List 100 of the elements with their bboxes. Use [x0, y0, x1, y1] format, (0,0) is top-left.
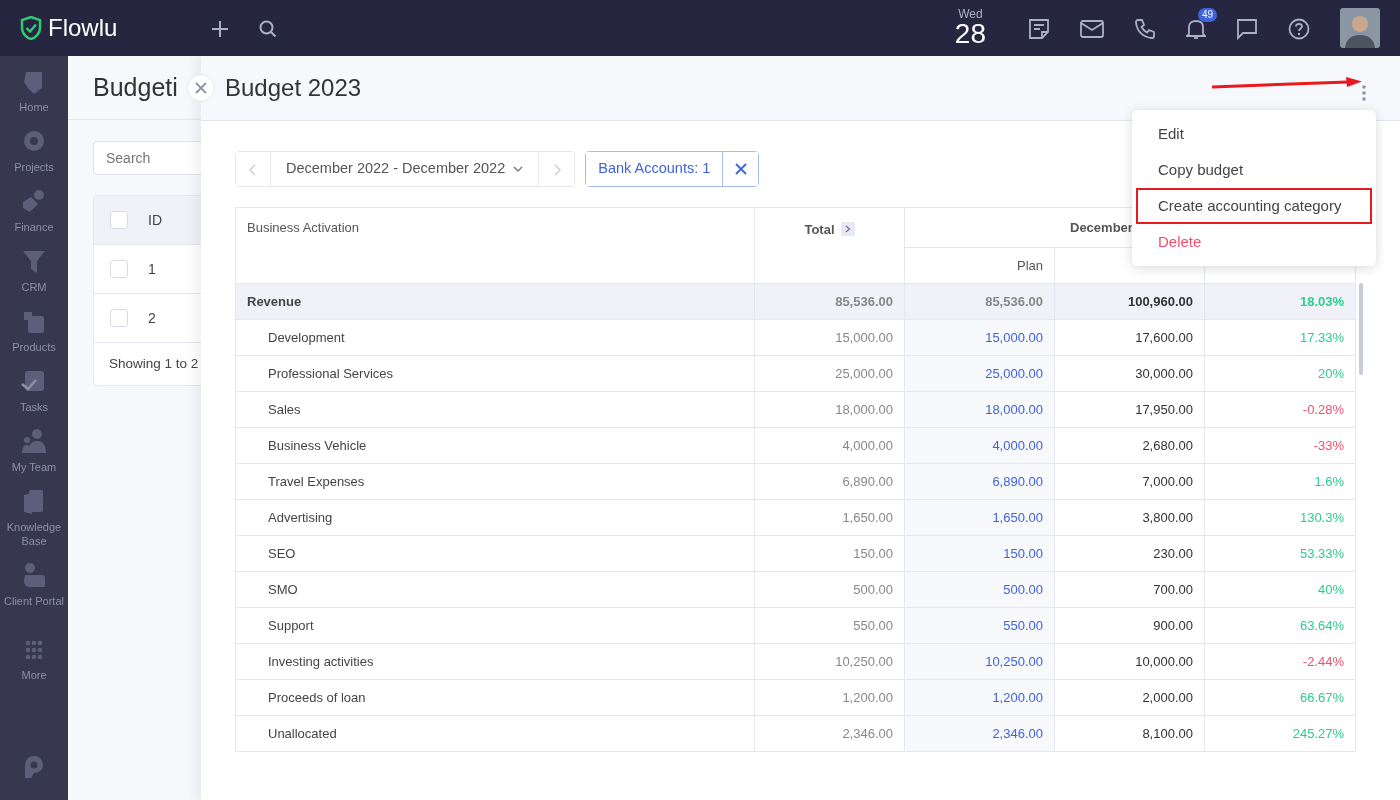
- table-cell: 1,650.00: [754, 499, 905, 536]
- checkbox[interactable]: [110, 211, 128, 229]
- plan-link[interactable]: 550.00: [904, 607, 1055, 644]
- chevron-right-icon: [844, 225, 851, 233]
- sidebar-item[interactable]: Products: [0, 308, 68, 368]
- plan-link[interactable]: 25,000.00: [904, 355, 1055, 392]
- menu-item[interactable]: Copy budget: [1136, 152, 1372, 188]
- menu-item[interactable]: Create accounting category: [1136, 188, 1372, 224]
- sidebar-item[interactable]: Client Portal: [0, 562, 68, 636]
- diff-value: 245.27%: [1204, 715, 1356, 752]
- table-cell: 4,000.00: [754, 427, 905, 464]
- table-cell: 230.00: [1054, 535, 1205, 572]
- table-cell: 900.00: [1054, 607, 1205, 644]
- plan-link[interactable]: 15,000.00: [904, 319, 1055, 356]
- menu-item[interactable]: Edit: [1136, 116, 1372, 152]
- logo-icon: [20, 16, 42, 40]
- table-cell-text: 2: [148, 308, 156, 328]
- table-cell: 2,346.00: [754, 715, 905, 752]
- table-cell: 18,000.00: [754, 391, 905, 428]
- table-cell: 15,000.00: [754, 319, 905, 356]
- table-cell: 700.00: [1054, 571, 1205, 608]
- checkbox[interactable]: [110, 309, 128, 327]
- category-label: Investing activities: [235, 643, 755, 680]
- plan-link[interactable]: 500.00: [904, 571, 1055, 608]
- date-label: 28: [954, 20, 986, 48]
- table-cell: 6,890.00: [754, 463, 905, 500]
- table-cell: 8,100.00: [1054, 715, 1205, 752]
- table-cell: 7,000.00: [1054, 463, 1205, 500]
- chevron-left-icon: [249, 163, 257, 176]
- sidebar-item[interactable]: Tasks: [0, 368, 68, 428]
- table-cell: 3,800.00: [1054, 499, 1205, 536]
- table-cell: 30,000.00: [1054, 355, 1205, 392]
- user-avatar[interactable]: [1340, 8, 1380, 48]
- diff-value: 20%: [1204, 355, 1356, 392]
- caret-icon: [513, 166, 524, 172]
- plan-link[interactable]: 1,650.00: [904, 499, 1055, 536]
- people-icon: [20, 428, 48, 456]
- diff-value: 66.67%: [1204, 679, 1356, 716]
- table-cell: 85,536.00: [904, 283, 1055, 320]
- diff-value: -0.28%: [1204, 391, 1356, 428]
- column-header: Total: [804, 222, 835, 237]
- diff-value: -2.44%: [1204, 643, 1356, 680]
- table-cell: 85,536.00: [754, 283, 905, 320]
- close-icon: [734, 163, 747, 175]
- table-cell: 2,680.00: [1054, 427, 1205, 464]
- scrollbar[interactable]: [1359, 283, 1363, 375]
- table-cell: 10,250.00: [754, 643, 905, 680]
- table-cell: 10,000.00: [1054, 643, 1205, 680]
- phone-icon[interactable]: [1134, 16, 1156, 40]
- pagination-info: Showing 1 to 2: [108, 354, 200, 373]
- plan-link[interactable]: 150.00: [904, 535, 1055, 572]
- diff-value: 53.33%: [1204, 535, 1356, 572]
- plan-link[interactable]: 6,890.00: [904, 463, 1055, 500]
- plan-link[interactable]: 18,000.00: [904, 391, 1055, 428]
- table-cell: 100,960.00: [1054, 283, 1205, 320]
- clear-filter-button[interactable]: [722, 152, 759, 186]
- table-cell: 150.00: [754, 535, 905, 572]
- column-header: ID: [148, 210, 162, 230]
- table-cell: 17,600.00: [1054, 319, 1205, 356]
- group-label: Revenue: [235, 283, 755, 320]
- chat-icon[interactable]: [1236, 16, 1258, 40]
- category-label: Sales: [235, 391, 755, 428]
- plan-link[interactable]: 1,200.00: [904, 679, 1055, 716]
- diff-value: 63.64%: [1204, 607, 1356, 644]
- sidebar-item[interactable]: Home: [0, 68, 68, 128]
- notes-icon[interactable]: [1028, 16, 1050, 40]
- category-label: Development: [235, 319, 755, 356]
- plan-link[interactable]: 4,000.00: [904, 427, 1055, 464]
- help-desk-icon[interactable]: [22, 754, 46, 780]
- plan-link[interactable]: 10,250.00: [904, 643, 1055, 680]
- sidebar-item[interactable]: More: [0, 636, 68, 696]
- sidebar-item[interactable]: CRM: [0, 248, 68, 308]
- expand-button[interactable]: [840, 222, 855, 236]
- category-label: SMO: [235, 571, 755, 608]
- column-header: Business Activation: [235, 207, 755, 284]
- sidebar-item[interactable]: Projects: [0, 128, 68, 188]
- help-icon[interactable]: [1288, 16, 1310, 40]
- category-label: Advertising: [235, 499, 755, 536]
- sidebar-item[interactable]: My Team: [0, 428, 68, 488]
- panel-title: Budget 2023: [225, 73, 362, 103]
- notification-count: 49: [1198, 7, 1218, 22]
- sidebar-item[interactable]: Finance: [0, 188, 68, 248]
- table-cell: 25,000.00: [754, 355, 905, 392]
- diff-value: 1.6%: [1204, 463, 1356, 500]
- close-icon: [194, 81, 208, 95]
- table-cell: 2,000.00: [1054, 679, 1205, 716]
- diff-value: 40%: [1204, 571, 1356, 608]
- sidebar-item[interactable]: Knowledge Base: [0, 488, 68, 562]
- plan-link[interactable]: 2,346.00: [904, 715, 1055, 752]
- diff-value: 130.3%: [1204, 499, 1356, 536]
- table-cell: 17,950.00: [1054, 391, 1205, 428]
- diff-value: -33%: [1204, 427, 1356, 464]
- search-field[interactable]: Search: [93, 141, 201, 175]
- category-label: Proceeds of loan: [235, 679, 755, 716]
- diff-value: 17.33%: [1204, 319, 1356, 356]
- chevron-right-icon: [552, 163, 561, 176]
- app-logo-text: Flowlu: [48, 13, 118, 43]
- table-cell-text: 1: [148, 259, 156, 279]
- category-label: SEO: [235, 535, 755, 572]
- checkbox[interactable]: [110, 260, 128, 278]
